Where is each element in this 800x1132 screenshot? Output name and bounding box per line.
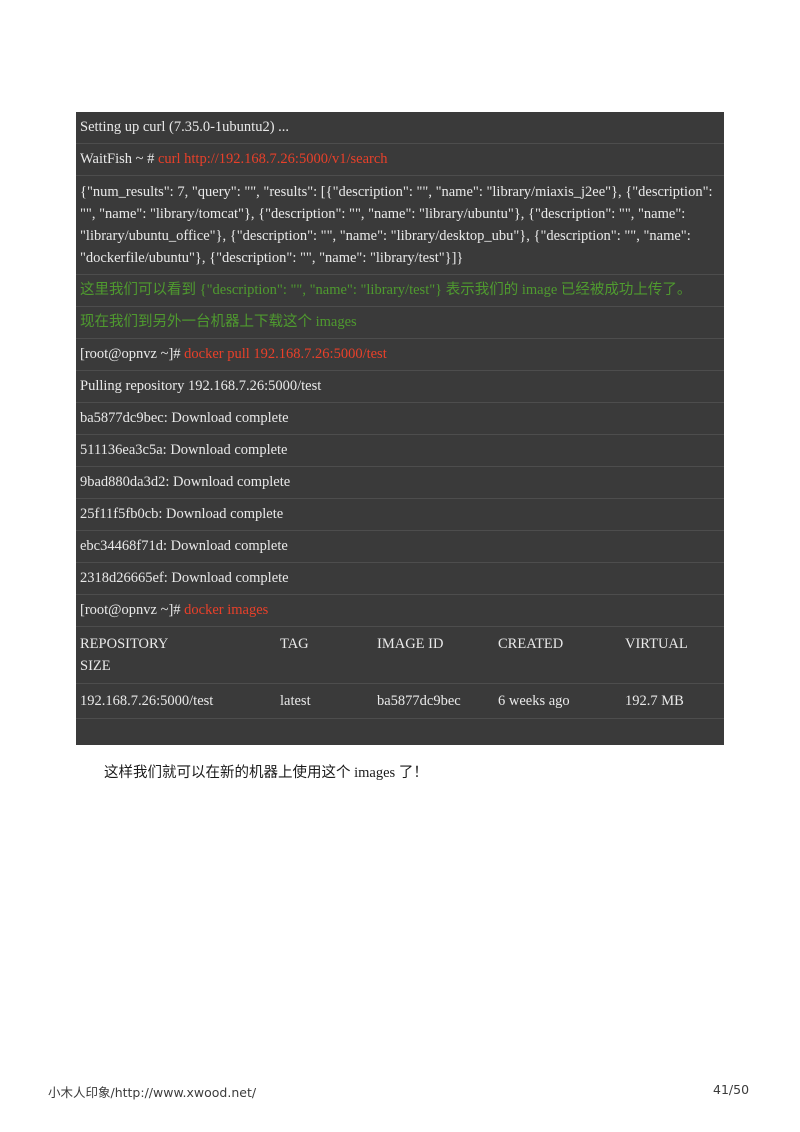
shell-prompt: [root@opnvz ~]# (80, 602, 185, 618)
terminal-line: ebc34468f71d: Download complete (76, 531, 724, 563)
column-header-size: SIZE (80, 658, 111, 674)
terminal-line: 2318d26665ef: Download complete (76, 563, 724, 595)
terminal-trailing-space (76, 719, 724, 745)
shell-command: docker images (184, 602, 269, 618)
cell-tag: latest (280, 693, 311, 709)
column-header-created: CREATED (498, 636, 564, 652)
terminal-line: 9bad880da3d2: Download complete (76, 467, 724, 499)
column-header-image-id: IMAGE ID (377, 636, 444, 652)
images-table-header: REPOSITORY TAG IMAGE ID CREATED VIRTUAL … (76, 627, 724, 684)
terminal-command-line: [root@opnvz ~]# docker pull 192.168.7.26… (76, 339, 724, 371)
page-caption: 这样我们就可以在新的机器上使用这个 images 了！ (104, 765, 428, 781)
terminal-command-line: WaitFish ~ # curl http://192.168.7.26:50… (76, 144, 724, 176)
terminal-note-line: 现在我们到另外一台机器上下载这个 images (76, 307, 724, 339)
terminal-line: Setting up curl (7.35.0-1ubuntu2) ... (76, 112, 724, 144)
terminal-line: ba5877dc9bec: Download complete (76, 403, 724, 435)
shell-command: curl http://192.168.7.26:5000/v1/search (157, 151, 388, 167)
terminal-line: 511136ea3c5a: Download complete (76, 435, 724, 467)
terminal-output-block: Setting up curl (7.35.0-1ubuntu2) ... Wa… (76, 112, 724, 745)
footer-page-number: 41/50 (713, 1082, 750, 1097)
column-header-repository: REPOSITORY (80, 636, 169, 652)
cell-image-id: ba5877dc9bec (377, 693, 461, 709)
terminal-line: Pulling repository 192.168.7.26:5000/tes… (76, 371, 724, 403)
shell-prompt: WaitFish ~ # (80, 151, 158, 167)
column-header-tag: TAG (280, 636, 309, 652)
shell-prompt: [root@opnvz ~]# (80, 346, 185, 362)
shell-command: docker pull 192.168.7.26:5000/test (184, 346, 387, 362)
footer-source-label: 小木人印象/http://www.xwood.net/ (48, 1085, 257, 1100)
images-table-row: 192.168.7.26:5000/test latest ba5877dc9b… (76, 684, 724, 719)
terminal-json-response: {"num_results": 7, "query": "", "results… (76, 176, 724, 275)
terminal-command-line: [root@opnvz ~]# docker images (76, 595, 724, 627)
column-header-virtual: VIRTUAL (625, 636, 688, 652)
terminal-line: 25f11f5fb0cb: Download complete (76, 499, 724, 531)
cell-virtual-size: 192.7 MB (625, 693, 684, 709)
terminal-note-line: 这里我们可以看到 {"description": "", "name": "li… (76, 275, 724, 307)
cell-created: 6 weeks ago (498, 693, 570, 709)
cell-repository: 192.168.7.26:5000/test (80, 693, 214, 709)
